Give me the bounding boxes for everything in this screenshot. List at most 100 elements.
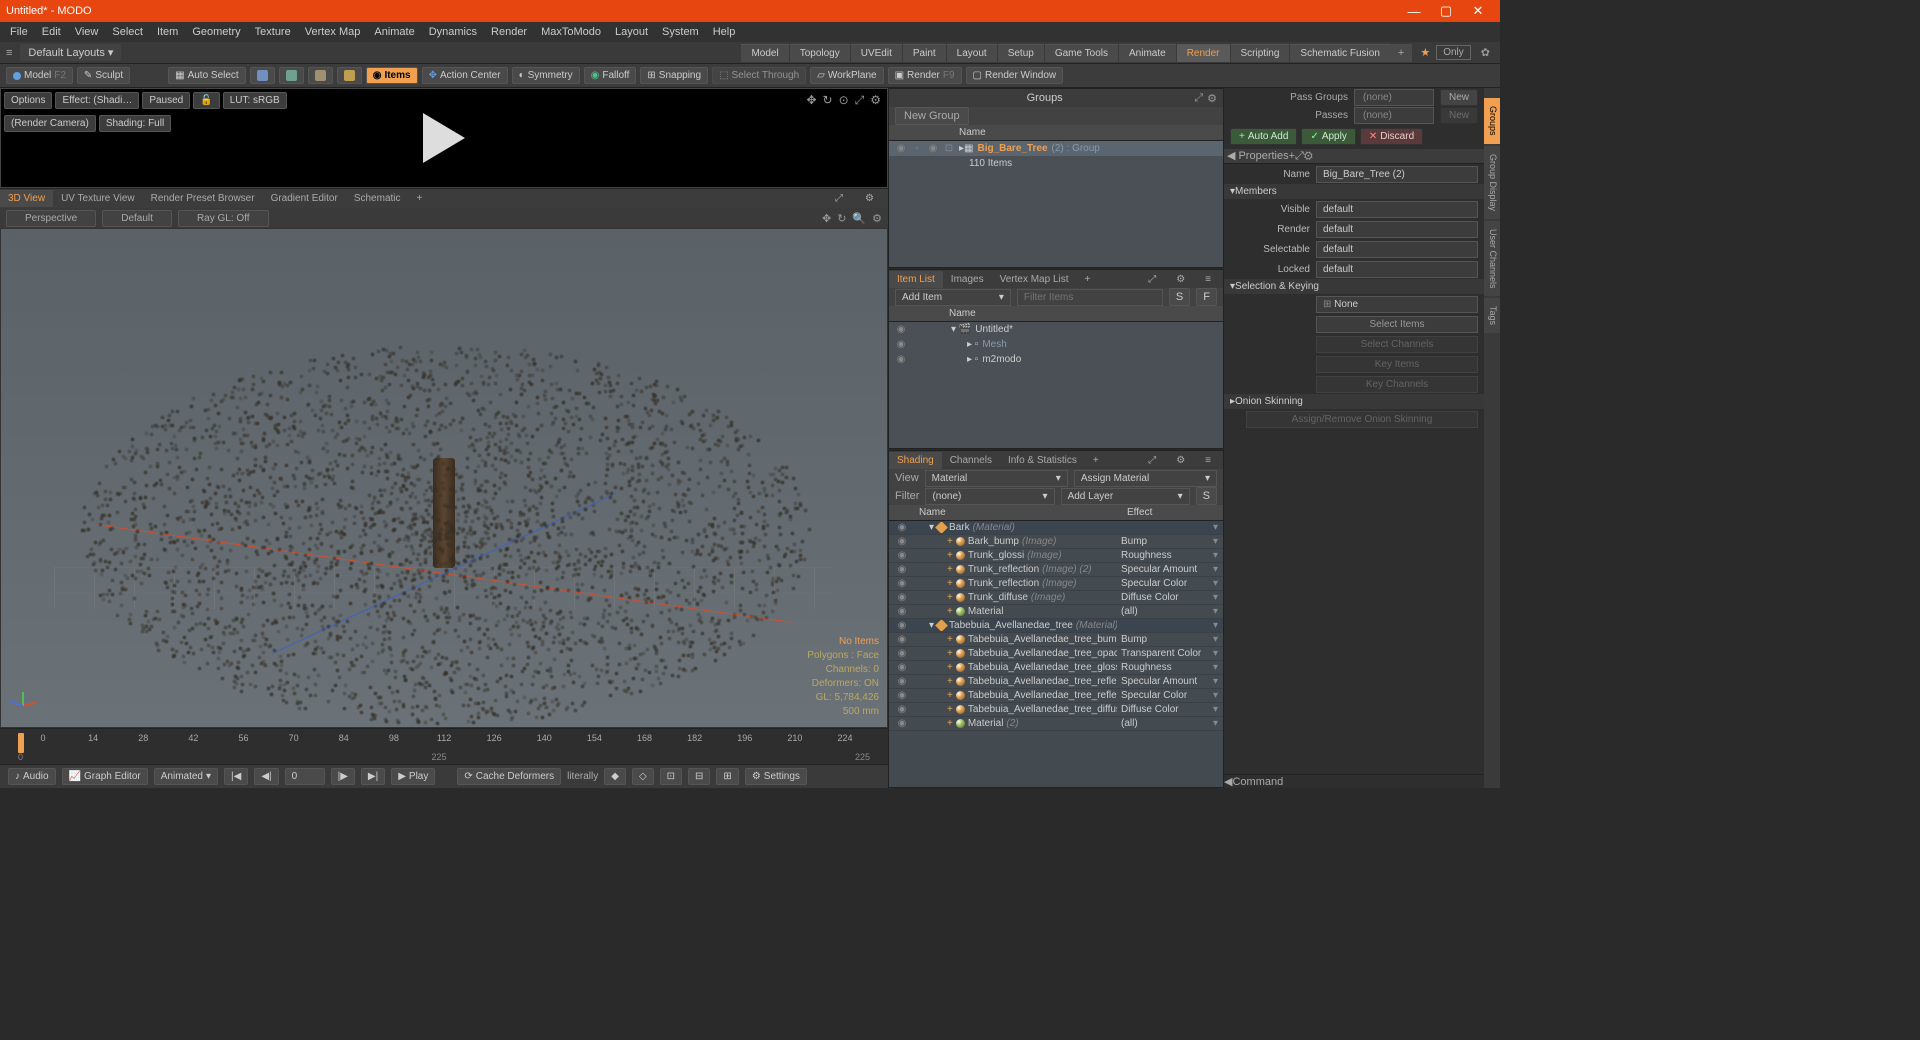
shading-tab-channels[interactable]: Channels (942, 452, 1000, 469)
key-button-4[interactable]: ⊟ (688, 768, 710, 785)
axis-widget[interactable] (9, 691, 37, 719)
view-material-dropdown[interactable]: Material ▾ (925, 470, 1068, 487)
key-button-3[interactable]: ⊡ (660, 768, 682, 785)
shading-row[interactable]: ◉+ Bark_bump (Image)Bump▾ (889, 535, 1223, 549)
name-input[interactable] (1316, 166, 1478, 183)
layout-tab-model[interactable]: Model (741, 44, 788, 62)
view-ctrl-icon[interactable]: ⚙ (857, 190, 882, 207)
layout-tab-paint[interactable]: Paint (903, 44, 946, 62)
select-channels-button[interactable]: Select Channels (1316, 336, 1478, 353)
add-layer-dropdown[interactable]: Add Layer ▾ (1061, 488, 1190, 505)
shading-row[interactable]: ◉+ Tabebuia_Avellanedae_tree_diffuse (I…… (889, 703, 1223, 717)
prev-key-button[interactable]: |◀ (224, 768, 248, 785)
filter-s-button[interactable]: S (1169, 288, 1190, 306)
render-button[interactable]: ▣RenderF9 (888, 67, 962, 84)
gear-icon[interactable]: ⚙ (870, 93, 881, 108)
only-toggle[interactable]: Only (1436, 45, 1471, 60)
default-layouts-dropdown[interactable]: Default Layouts ▾ (20, 44, 121, 61)
graph-editor-button[interactable]: 📈Graph Editor (62, 768, 148, 785)
key-button-2[interactable]: ◇ (632, 768, 654, 785)
next-frame-button[interactable]: |▶ (331, 768, 355, 785)
key-button-5[interactable]: ⊞ (716, 768, 738, 785)
layout-tab-layout[interactable]: Layout (947, 44, 997, 62)
layout-menu-icon[interactable]: ≡ (6, 47, 12, 59)
itemlist-ctrl-icon[interactable]: ⚙ (1168, 271, 1193, 288)
menu-layout[interactable]: Layout (615, 26, 648, 38)
shading-row[interactable]: ◉+ Material(all)▾ (889, 605, 1223, 619)
layout-tab-topology[interactable]: Topology (790, 44, 850, 62)
prev-frame-button[interactable]: ◀| (254, 768, 278, 785)
select-vertices-button[interactable] (250, 67, 275, 84)
view-tab-gradienteditor[interactable]: Gradient Editor (263, 190, 346, 207)
select-through-button[interactable]: ⬚Select Through (712, 67, 806, 84)
apply-button[interactable]: ✓Apply (1301, 128, 1355, 145)
action-center-button[interactable]: ✥Action Center (422, 67, 508, 84)
workplane-button[interactable]: ▱WorkPlane (810, 67, 883, 84)
group-item-selected[interactable]: ◉◦◉⊡ ▸▦Big_Bare_Tree(2) : Group (889, 141, 1223, 156)
timeline-playhead[interactable] (18, 733, 24, 753)
audio-button[interactable]: ♪Audio (8, 768, 56, 785)
preview-effect[interactable]: Effect: (Shadi… (55, 92, 139, 109)
menu-geometry[interactable]: Geometry (192, 26, 240, 38)
maximize-button[interactable]: ▢ (1430, 3, 1462, 19)
preview-lock[interactable]: 🔓 (193, 92, 219, 109)
shading-row[interactable]: ◉+ Tabebuia_Avellanedae_tree_bump (Im…Bu… (889, 633, 1223, 647)
add-tab-button[interactable]: + (1390, 44, 1412, 62)
visibility-icon[interactable]: ◉ (895, 143, 907, 154)
preview-shading[interactable]: Shading: Full (99, 115, 171, 132)
layout-tab-setup[interactable]: Setup (998, 44, 1044, 62)
layout-tab-scripting[interactable]: Scripting (1231, 44, 1290, 62)
item-row[interactable]: ◉▾ 🎬 Untitled* (889, 322, 1223, 337)
viewport-gear-icon[interactable]: ⚙ (872, 212, 882, 225)
select-edges-button[interactable] (279, 67, 304, 84)
new-passgroup-button[interactable]: New (1440, 89, 1478, 106)
menu-maxtomodo[interactable]: MaxToModo (541, 26, 601, 38)
menu-edit[interactable]: Edit (42, 26, 61, 38)
visible-dropdown[interactable]: default (1316, 201, 1478, 218)
add-view-tab[interactable]: + (409, 190, 431, 207)
view-tab-renderpresetbrowser[interactable]: Render Preset Browser (143, 190, 263, 207)
animated-dropdown[interactable]: Animated ▾ (154, 768, 218, 785)
items-mode-button[interactable]: ◉Items (366, 67, 418, 84)
view-tab-3dview[interactable]: 3D View (0, 190, 53, 207)
preview-camera[interactable]: (Render Camera) (4, 115, 96, 132)
falloff-button[interactable]: ◉Falloff (584, 67, 637, 84)
preview-options[interactable]: Options (4, 92, 52, 109)
side-tab-groups[interactable]: Groups (1484, 98, 1500, 144)
view-tab-schematic[interactable]: Schematic (346, 190, 409, 207)
passes-dropdown[interactable]: (none) (1354, 107, 1434, 124)
new-pass-button[interactable]: New (1440, 107, 1478, 124)
itemlist-ctrl-icon[interactable]: ≡ (1197, 271, 1219, 288)
itemlist-tab-itemlist[interactable]: Item List (889, 271, 943, 288)
model-mode-button[interactable]: ModelF2 (6, 67, 73, 84)
snapping-button[interactable]: ⊞Snapping (640, 67, 708, 84)
auto-add-button[interactable]: +Auto Add (1230, 128, 1297, 145)
menu-select[interactable]: Select (112, 26, 143, 38)
zoom-icon[interactable]: ⊙ (839, 93, 849, 108)
filter-dropdown[interactable]: (none) ▾ (925, 488, 1054, 505)
side-tab-userchannels[interactable]: User Channels (1484, 221, 1500, 297)
selection-none[interactable]: ⊞ None (1316, 296, 1478, 313)
menu-texture[interactable]: Texture (255, 26, 291, 38)
timeline[interactable]: 0142842567084981121261401541681821962102… (0, 728, 888, 764)
shading-ctrl-icon[interactable]: ≡ (1197, 452, 1219, 469)
shading-row[interactable]: ◉+ Tabebuia_Avellanedae_tree_glossi (I…R… (889, 661, 1223, 675)
move-icon[interactable]: ✥ (806, 93, 816, 108)
render-dropdown[interactable]: default (1316, 221, 1478, 238)
new-group-button[interactable]: New Group (895, 107, 969, 125)
shading-row[interactable]: ◉+ Trunk_diffuse (Image)Diffuse Color▾ (889, 591, 1223, 605)
shading-row[interactable]: ◉▾ Tabebuia_Avellanedae_tree (Material)▾ (889, 619, 1223, 633)
pan-icon[interactable]: ✥ (822, 212, 831, 225)
filter-f-button[interactable]: F (1196, 288, 1217, 306)
layout-tab-uvedit[interactable]: UVEdit (851, 44, 902, 62)
shading-row[interactable]: ◉+ Material (2)(all)▾ (889, 717, 1223, 731)
gear-icon[interactable]: ⚙ (1304, 150, 1313, 162)
play-preview-button[interactable] (423, 113, 465, 163)
side-tab-tags[interactable]: Tags (1484, 298, 1500, 333)
view-perspective[interactable]: Perspective (6, 210, 96, 227)
gear-icon[interactable]: ⚙ (1207, 92, 1217, 105)
locked-dropdown[interactable]: default (1316, 261, 1478, 278)
zoom-icon[interactable]: 🔍 (852, 212, 866, 225)
shading-ctrl-icon[interactable]: ⚙ (1168, 452, 1193, 469)
key-items-button[interactable]: Key Items (1316, 356, 1478, 373)
